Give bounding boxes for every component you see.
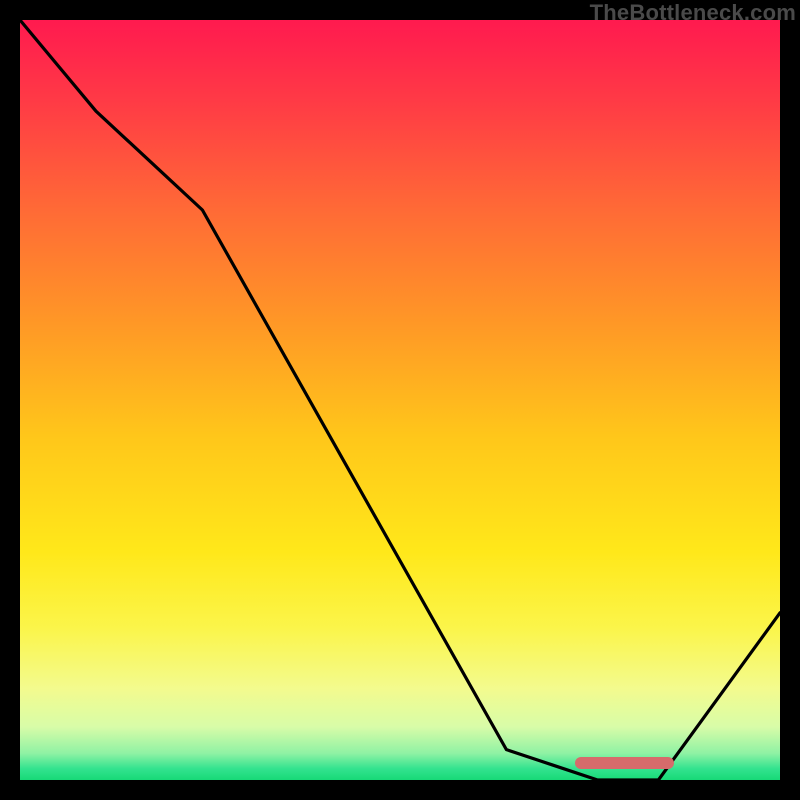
plot-frame xyxy=(20,20,780,780)
watermark-text: TheBottleneck.com xyxy=(590,0,796,26)
heat-gradient xyxy=(20,20,780,780)
optimal-range-bar xyxy=(575,757,674,769)
